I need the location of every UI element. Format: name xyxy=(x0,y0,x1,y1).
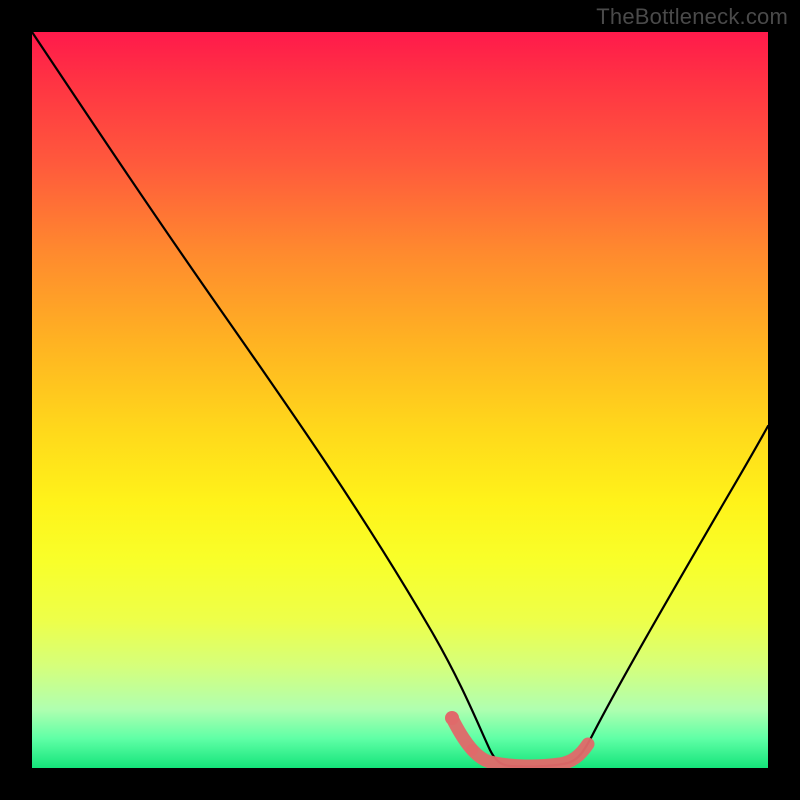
plot-area xyxy=(32,32,768,768)
watermark-text: TheBottleneck.com xyxy=(596,4,788,30)
curve-layer xyxy=(32,32,768,768)
bottleneck-curve xyxy=(32,32,768,767)
highlight-segment xyxy=(452,718,588,766)
highlight-dot-mid xyxy=(466,744,478,756)
chart-stage: TheBottleneck.com xyxy=(0,0,800,800)
highlight-dot-start xyxy=(445,711,459,725)
